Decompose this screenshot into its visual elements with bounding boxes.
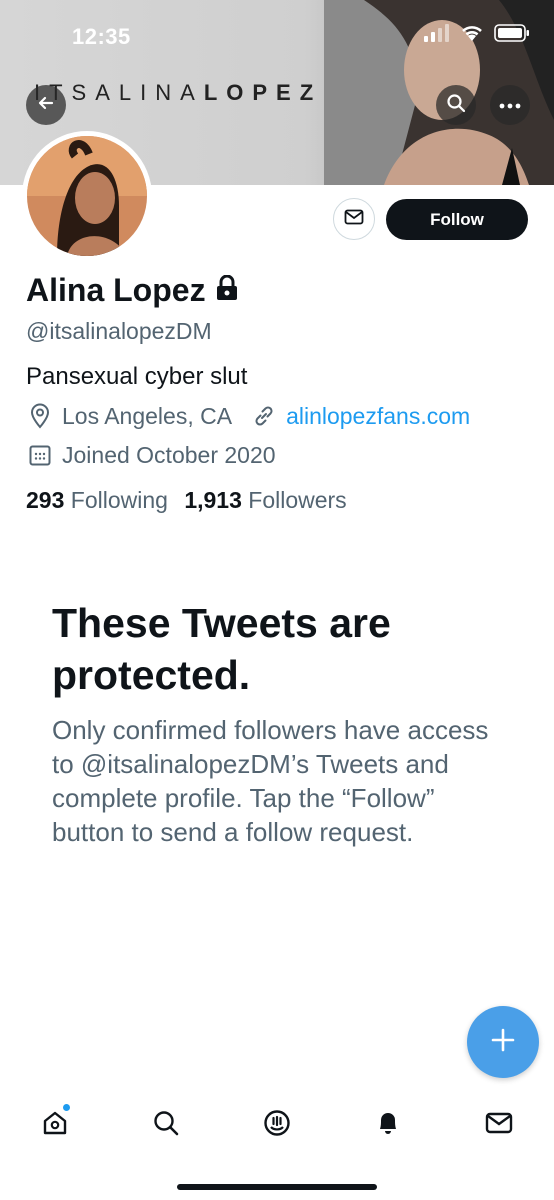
battery-icon <box>494 24 530 47</box>
home-indicator <box>177 1184 377 1190</box>
profile-name: Alina Lopez <box>26 272 206 308</box>
bottom-tab-bar <box>0 1095 554 1155</box>
avatar-photo <box>27 136 147 256</box>
protected-title: These Tweets are protected. <box>52 600 391 698</box>
back-button[interactable] <box>26 85 66 125</box>
tab-notifications[interactable] <box>332 1095 443 1155</box>
search-icon <box>152 1109 180 1142</box>
banner-brand-text: ITSALINALOPEZ <box>34 80 323 105</box>
arrow-left-icon <box>36 93 56 118</box>
tab-spaces[interactable] <box>222 1095 333 1155</box>
envelope-icon <box>485 1111 513 1140</box>
tab-messages[interactable] <box>443 1095 554 1155</box>
message-button[interactable] <box>333 198 375 240</box>
following-link[interactable]: 293 Following <box>26 487 168 513</box>
home-icon <box>41 1109 69 1142</box>
follow-button[interactable]: Follow <box>386 199 528 240</box>
followers-link[interactable]: 1,913 Followers <box>184 487 346 513</box>
spaces-icon <box>262 1108 292 1143</box>
avatar[interactable] <box>22 131 152 261</box>
search-icon <box>446 93 466 118</box>
profile-joined-date: Joined October 2020 <box>62 441 276 468</box>
protected-description: Only confirmed followers have access to … <box>52 715 489 847</box>
plus-icon <box>490 1027 516 1058</box>
lock-icon <box>216 274 238 306</box>
bell-icon <box>374 1109 402 1142</box>
tab-home[interactable] <box>0 1095 111 1155</box>
profile-bio: Pansexual cyber slut <box>26 363 248 390</box>
home-notification-dot <box>63 1104 70 1111</box>
name-row: Alina Lopez <box>26 272 238 309</box>
wifi-icon <box>460 24 484 47</box>
status-time: 12:35 <box>72 24 131 49</box>
location-website-row: Los Angeles, CA alinlopezfans.com <box>26 402 470 430</box>
status-icons <box>424 24 530 47</box>
more-horizontal-icon <box>499 96 521 114</box>
envelope-icon <box>344 209 364 230</box>
calendar-icon <box>26 441 54 469</box>
joined-row: Joined October 2020 <box>26 441 276 469</box>
search-button[interactable] <box>436 85 476 125</box>
profile-location: Los Angeles, CA <box>62 402 233 429</box>
follow-stats: 293 Following 1,913 Followers <box>26 487 347 514</box>
tab-search[interactable] <box>111 1095 222 1155</box>
compose-tweet-button[interactable] <box>467 1006 539 1078</box>
more-options-button[interactable] <box>490 85 530 125</box>
location-pin-icon <box>26 402 54 430</box>
link-icon <box>250 402 278 430</box>
profile-handle: @itsalinalopezDM <box>26 318 212 344</box>
signal-icon <box>424 24 450 47</box>
profile-website-link[interactable]: alinlopezfans.com <box>286 403 470 430</box>
